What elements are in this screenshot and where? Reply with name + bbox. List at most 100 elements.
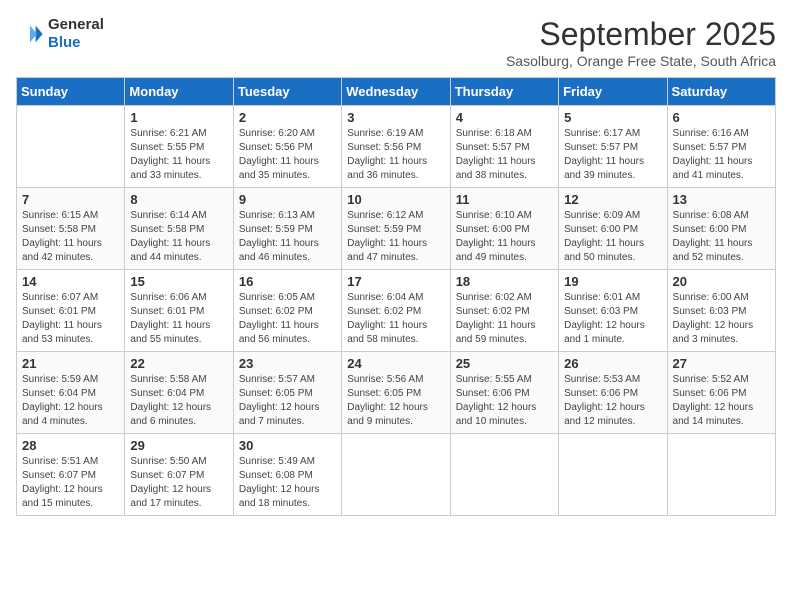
calendar-cell <box>667 434 775 516</box>
calendar-cell <box>450 434 558 516</box>
day-info: Sunrise: 5:53 AMSunset: 6:06 PMDaylight:… <box>564 373 661 429</box>
day-number: 15 <box>130 274 227 289</box>
calendar-cell: 6Sunrise: 6:16 AMSunset: 5:57 PMDaylight… <box>667 106 775 188</box>
day-info: Sunrise: 6:00 AMSunset: 6:03 PMDaylight:… <box>673 291 770 347</box>
day-info: Sunrise: 5:50 AMSunset: 6:07 PMDaylight:… <box>130 455 227 511</box>
day-info: Sunrise: 5:55 AMSunset: 6:06 PMDaylight:… <box>456 373 553 429</box>
calendar-week-row: 7Sunrise: 6:15 AMSunset: 5:58 PMDaylight… <box>17 188 776 270</box>
calendar-cell: 1 Sunrise: 6:21 AMSunset: 5:55 PMDaylight… <box>125 106 233 188</box>
day-number: 24 <box>347 356 444 371</box>
month-title: September 2025 <box>506 16 776 53</box>
calendar-cell: 3 Sunrise: 6:19 AMSunset: 5:56 PMDaylight… <box>342 106 450 188</box>
day-info: Sunrise: 6:18 AMSunset: 5:57 PMDaylight:… <box>456 127 553 183</box>
calendar-week-row: 28 Sunrise: 5:51 AMSunset: 6:07 PMDayligh… <box>17 434 776 516</box>
day-number: 7 <box>22 192 119 207</box>
day-number: 8 <box>130 192 227 207</box>
weekday-header-sunday: Sunday <box>17 78 125 106</box>
day-info: Sunrise: 5:57 AMSunset: 6:05 PMDaylight:… <box>239 373 336 429</box>
day-number: 4 <box>456 110 553 125</box>
calendar-cell: 5 Sunrise: 6:17 AMSunset: 5:57 PMDaylight… <box>559 106 667 188</box>
weekday-header-wednesday: Wednesday <box>342 78 450 106</box>
calendar-cell <box>559 434 667 516</box>
calendar-cell: 11Sunrise: 6:10 AMSunset: 6:00 PMDayligh… <box>450 188 558 270</box>
day-info: Sunrise: 5:58 AMSunset: 6:04 PMDaylight:… <box>130 373 227 429</box>
title-block: September 2025 Sasolburg, Orange Free St… <box>506 16 776 69</box>
day-number: 20 <box>673 274 770 289</box>
day-info: Sunrise: 5:52 AMSunset: 6:06 PMDaylight:… <box>673 373 770 429</box>
day-number: 9 <box>239 192 336 207</box>
day-number: 28 <box>22 438 119 453</box>
calendar-cell: 9 Sunrise: 6:13 AMSunset: 5:59 PMDaylight… <box>233 188 341 270</box>
calendar-cell: 16Sunrise: 6:05 AMSunset: 6:02 PMDayligh… <box>233 270 341 352</box>
day-info: Sunrise: 6:04 AMSunset: 6:02 PMDaylight:… <box>347 291 444 347</box>
day-info: Sunrise: 6:17 AMSunset: 5:57 PMDaylight:… <box>564 127 661 183</box>
calendar-cell: 2Sunrise: 6:20 AMSunset: 5:56 PMDaylight… <box>233 106 341 188</box>
calendar-cell: 17 Sunrise: 6:04 AMSunset: 6:02 PMDayligh… <box>342 270 450 352</box>
day-number: 22 <box>130 356 227 371</box>
calendar-cell: 26 Sunrise: 5:53 AMSunset: 6:06 PMDayligh… <box>559 352 667 434</box>
day-info: Sunrise: 5:51 AMSunset: 6:07 PMDaylight:… <box>22 455 119 511</box>
calendar-cell: 22 Sunrise: 5:58 AMSunset: 6:04 PMDayligh… <box>125 352 233 434</box>
calendar-cell: 15 Sunrise: 6:06 AMSunset: 6:01 PMDayligh… <box>125 270 233 352</box>
day-number: 19 <box>564 274 661 289</box>
logo: General Blue <box>16 16 104 52</box>
day-number: 21 <box>22 356 119 371</box>
calendar-cell: 4 Sunrise: 6:18 AMSunset: 5:57 PMDaylight… <box>450 106 558 188</box>
day-number: 16 <box>239 274 336 289</box>
day-info: Sunrise: 6:21 AMSunset: 5:55 PMDaylight:… <box>130 127 227 183</box>
calendar-cell: 21 Sunrise: 5:59 AMSunset: 6:04 PMDayligh… <box>17 352 125 434</box>
day-number: 3 <box>347 110 444 125</box>
day-number: 17 <box>347 274 444 289</box>
logo-icon <box>16 20 44 48</box>
logo-text: General Blue <box>48 16 104 52</box>
day-info: Sunrise: 6:01 AMSunset: 6:03 PMDaylight:… <box>564 291 661 347</box>
calendar-cell: 28 Sunrise: 5:51 AMSunset: 6:07 PMDayligh… <box>17 434 125 516</box>
calendar-cell: 12Sunrise: 6:09 AMSunset: 6:00 PMDayligh… <box>559 188 667 270</box>
weekday-header-monday: Monday <box>125 78 233 106</box>
day-info: Sunrise: 6:19 AMSunset: 5:56 PMDaylight:… <box>347 127 444 183</box>
day-info: Sunrise: 6:12 AMSunset: 5:59 PMDaylight:… <box>347 209 444 265</box>
day-number: 1 <box>130 110 227 125</box>
day-info: Sunrise: 6:06 AMSunset: 6:01 PMDaylight:… <box>130 291 227 347</box>
calendar-cell: 14 Sunrise: 6:07 AMSunset: 6:01 PMDayligh… <box>17 270 125 352</box>
logo-general: General <box>48 16 104 33</box>
calendar-cell: 7Sunrise: 6:15 AMSunset: 5:58 PMDaylight… <box>17 188 125 270</box>
page-header: General Blue September 2025 Sasolburg, O… <box>16 16 776 69</box>
calendar-table: SundayMondayTuesdayWednesdayThursdayFrid… <box>16 77 776 516</box>
weekday-header-tuesday: Tuesday <box>233 78 341 106</box>
day-info: Sunrise: 6:14 AMSunset: 5:58 PMDaylight:… <box>130 209 227 265</box>
calendar-cell: 13Sunrise: 6:08 AMSunset: 6:00 PMDayligh… <box>667 188 775 270</box>
logo-blue: Blue <box>48 34 81 51</box>
calendar-cell: 19 Sunrise: 6:01 AMSunset: 6:03 PMDayligh… <box>559 270 667 352</box>
calendar-week-row: 1 Sunrise: 6:21 AMSunset: 5:55 PMDaylight… <box>17 106 776 188</box>
day-number: 14 <box>22 274 119 289</box>
calendar-cell: 23 Sunrise: 5:57 AMSunset: 6:05 PMDayligh… <box>233 352 341 434</box>
calendar-cell <box>342 434 450 516</box>
day-number: 29 <box>130 438 227 453</box>
day-number: 30 <box>239 438 336 453</box>
calendar-cell: 10Sunrise: 6:12 AMSunset: 5:59 PMDayligh… <box>342 188 450 270</box>
day-number: 26 <box>564 356 661 371</box>
calendar-cell: 18Sunrise: 6:02 AMSunset: 6:02 PMDayligh… <box>450 270 558 352</box>
day-number: 5 <box>564 110 661 125</box>
day-info: Sunrise: 5:59 AMSunset: 6:04 PMDaylight:… <box>22 373 119 429</box>
location-subtitle: Sasolburg, Orange Free State, South Afri… <box>506 53 776 69</box>
calendar-cell: 30Sunrise: 5:49 AMSunset: 6:08 PMDayligh… <box>233 434 341 516</box>
day-number: 25 <box>456 356 553 371</box>
day-number: 12 <box>564 192 661 207</box>
day-info: Sunrise: 6:16 AMSunset: 5:57 PMDaylight:… <box>673 127 770 183</box>
calendar-cell: 20 Sunrise: 6:00 AMSunset: 6:03 PMDayligh… <box>667 270 775 352</box>
calendar-cell: 25 Sunrise: 5:55 AMSunset: 6:06 PMDayligh… <box>450 352 558 434</box>
day-number: 13 <box>673 192 770 207</box>
calendar-cell: 27Sunrise: 5:52 AMSunset: 6:06 PMDayligh… <box>667 352 775 434</box>
day-number: 23 <box>239 356 336 371</box>
day-number: 18 <box>456 274 553 289</box>
calendar-cell <box>17 106 125 188</box>
day-info: Sunrise: 6:07 AMSunset: 6:01 PMDaylight:… <box>22 291 119 347</box>
day-info: Sunrise: 6:10 AMSunset: 6:00 PMDaylight:… <box>456 209 553 265</box>
calendar-header-row: SundayMondayTuesdayWednesdayThursdayFrid… <box>17 78 776 106</box>
day-info: Sunrise: 6:13 AMSunset: 5:59 PMDaylight:… <box>239 209 336 265</box>
calendar-cell: 29 Sunrise: 5:50 AMSunset: 6:07 PMDayligh… <box>125 434 233 516</box>
weekday-header-friday: Friday <box>559 78 667 106</box>
weekday-header-saturday: Saturday <box>667 78 775 106</box>
